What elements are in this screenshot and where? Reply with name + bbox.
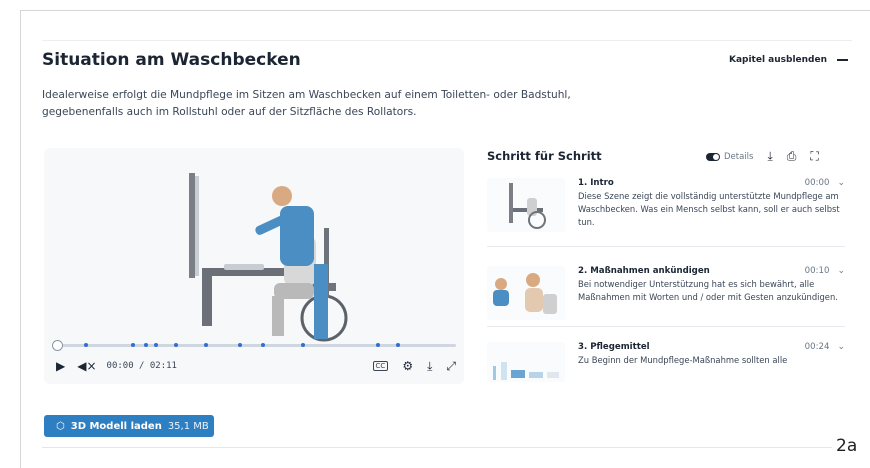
chapter-marker[interactable] [301,343,305,347]
minus-icon [837,59,848,61]
step-thumbnail [487,178,565,232]
step-name: 2. Maßnahmen ankündigen [578,266,710,276]
play-icon[interactable]: ▶ [56,359,65,373]
divider [42,447,832,448]
divider [487,246,845,247]
load-button-label: 3D Modell laden [70,420,162,432]
steps-toolbar: Details ⤓ ⎙ ⛶ [706,149,819,164]
print-icon[interactable]: ⎙ [787,149,797,164]
step-thumbnail [487,342,565,382]
step-thumbnail [487,266,565,320]
divider [42,40,852,41]
chapter-marker[interactable] [144,343,148,347]
time-display: 00:00 / 02:11 [106,361,177,371]
step-description: Bei notwendiger Unterstützung hat es sic… [578,279,838,302]
chevron-down-icon[interactable]: ⌄ [837,178,845,188]
step-time[interactable]: 00:24 [805,342,830,352]
step-time[interactable]: 00:00 [805,178,830,188]
step-name: 1. Intro [578,178,614,188]
chapter-marker[interactable] [131,343,135,347]
chevron-down-icon[interactable]: ⌄ [837,266,845,276]
chapter-marker[interactable] [154,343,158,347]
chapter-marker[interactable] [174,343,178,347]
step-description: Diese Szene zeigt die vollständig unters… [578,191,840,227]
load-3d-model-button[interactable]: ⬡ 3D Modell laden 35,1 MB [44,415,214,437]
step-description: Zu Beginn der Mundpflege-Maßnahme sollte… [578,355,788,365]
chapter-marker[interactable] [261,343,265,347]
chapter-marker[interactable] [396,343,400,347]
step-item[interactable]: 1. Intro 00:00 ⌄ Diese Szene zeigt die v… [487,178,845,232]
figure-label: 2a [836,436,858,456]
captions-icon[interactable]: CC [372,361,389,371]
mute-icon[interactable]: ◀× [77,359,96,373]
chevron-down-icon[interactable]: ⌄ [837,342,845,352]
steps-title: Schritt für Schritt [487,149,602,163]
download-icon[interactable]: ⤓ [427,359,432,374]
chapter-marker[interactable] [238,343,242,347]
cube-icon: ⬡ [56,420,65,432]
progress-bar[interactable] [52,340,456,351]
details-toggle[interactable]: Details [706,152,753,162]
download-icon[interactable]: ⤓ [767,149,772,164]
chapter-marker[interactable] [84,343,88,347]
hide-chapter-label: Kapitel ausblenden [728,55,827,65]
step-name: 3. Pflegemittel [578,342,650,352]
step-item[interactable]: 3. Pflegemittel 00:24 ⌄ Zu Beginn der Mu… [487,342,845,382]
divider [487,326,845,327]
file-size: 35,1 MB [167,420,209,432]
chapter-marker[interactable] [376,343,380,347]
intro-text: Idealerweise erfolgt die Mundpflege im S… [42,89,571,118]
chapter-marker[interactable] [204,343,208,347]
hide-chapter-button[interactable]: Kapitel ausblenden [729,55,848,65]
step-item[interactable]: 2. Maßnahmen ankündigen 00:10 ⌄ Bei notw… [487,266,845,320]
settings-icon[interactable]: ⚙ [402,359,413,373]
progress-knob[interactable] [52,340,63,351]
video-player[interactable]: ▶ ◀× 00:00 / 02:11 CC ⚙ ⤓ ⤢ [44,148,464,384]
expand-icon[interactable]: ⛶ [810,149,818,164]
step-time[interactable]: 00:10 [805,266,830,276]
section-title: Situation am Waschbecken [42,50,301,70]
video-frame-illustration [189,173,348,342]
toggle-icon [706,152,720,161]
details-label: Details [724,151,754,162]
fullscreen-icon[interactable]: ⤢ [446,359,456,374]
player-controls: ▶ ◀× 00:00 / 02:11 CC ⚙ ⤓ ⤢ [56,356,456,376]
